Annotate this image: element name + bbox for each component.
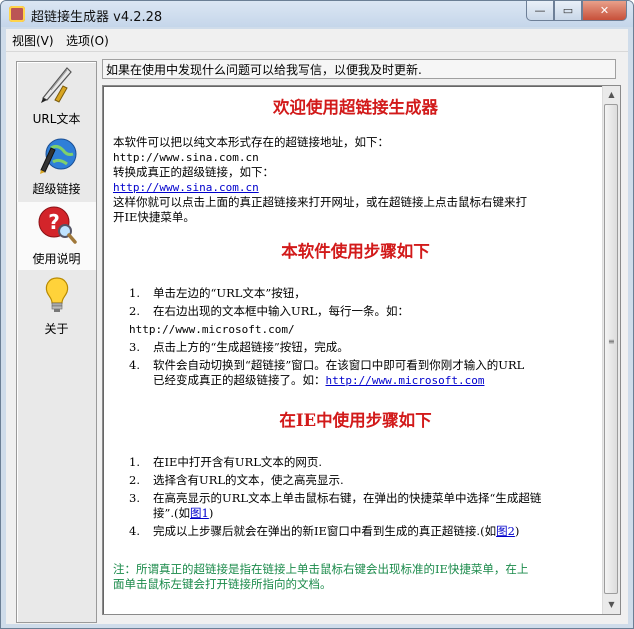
nav-label: 使用说明	[32, 252, 81, 266]
list-text-cont: 接”.(如图1)	[153, 506, 541, 521]
ie-steps-list: 1. 在IE中打开含有URL文本的网页. 2. 选择含有URL的文本，使之高亮显…	[129, 455, 541, 539]
list-text: 选择含有URL的文本，使之高亮显示.	[153, 473, 344, 487]
intro-line-2: 转换成真正的超级链接，如下：	[113, 165, 274, 179]
help-document: 欢迎使用超链接生成器 本软件可以把以纯文本形式存在的超链接地址，如下： http…	[113, 86, 598, 614]
list-text: )	[514, 524, 520, 538]
note-line-1: 注：所谓真正的超链接是指在链接上单击鼠标右键会出现标准的IE快捷菜单，在上	[113, 562, 529, 576]
title-bar[interactable]: 超链接生成器 v4.2.28 — ▭ ✕	[1, 1, 633, 27]
url-plain-text: http://www.sina.com.cn	[113, 151, 259, 164]
heading-ie-steps: 在IE中使用步骤如下	[279, 411, 432, 430]
scroll-down-arrow-icon[interactable]: ▼	[603, 596, 620, 613]
list-text-cont: 已经变成真正的超级链接了。如：http://www.microsoft.com	[153, 373, 524, 388]
app-window: 超链接生成器 v4.2.28 — ▭ ✕ 视图(V) 选项(O) URL文本 超…	[0, 0, 634, 629]
heading-steps: 本软件使用步骤如下	[281, 242, 430, 261]
list-item: 4. 软件会自动切换到“超链接”窗口。在该窗口中即可看到你刚才输入的URL 已经…	[129, 358, 524, 388]
nav-item-about[interactable]: 关于	[17, 272, 96, 340]
list-number: 4.	[129, 524, 140, 538]
nav-item-instructions[interactable]: ? 使用说明	[17, 202, 96, 270]
list-text: 接”.(如	[153, 506, 191, 520]
vertical-scrollbar[interactable]: ▲ ≡ ▼	[602, 86, 620, 614]
close-button[interactable]: ✕	[582, 1, 627, 21]
list-item: 4. 完成以上步骤后就会在弹出的新IE窗口中看到生成的真正超链接.(如图2)	[129, 524, 541, 539]
list-number: 4.	[129, 358, 140, 372]
list-number: 1.	[129, 455, 140, 469]
list-number: 2.	[129, 473, 140, 487]
window-title: 超链接生成器 v4.2.28	[31, 10, 163, 25]
list-text: 已经变成真正的超级链接了。如：	[153, 373, 326, 387]
list-item: 2. 选择含有URL的文本，使之高亮显示.	[129, 473, 541, 488]
minimize-button[interactable]: —	[526, 1, 554, 21]
figure-2-link[interactable]: 图2	[496, 524, 515, 538]
list-text: 在高亮显示的URL文本上单击鼠标右键，在弹出的快捷菜单中选择“生成超链	[153, 491, 542, 505]
example-url: http://www.microsoft.com/	[129, 323, 295, 336]
lightbulb-icon	[45, 277, 69, 312]
content-pane[interactable]: 欢迎使用超链接生成器 本软件可以把以纯文本形式存在的超链接地址，如下： http…	[102, 85, 621, 615]
list-item: 3. 点击上方的“生成超链接”按钮，完成。	[129, 340, 524, 355]
nav-item-hyperlink[interactable]: 超级链接	[17, 132, 96, 200]
list-text: 在右边出现的文本框中输入URL，每行一条。如：	[153, 304, 409, 318]
note-line-2: 面单击鼠标左键会打开链接所指向的文档。	[113, 577, 332, 591]
nav-label: 超级链接	[32, 182, 81, 196]
list-text: 单击左边的“URL文本”按钮，	[153, 286, 306, 300]
list-item: 2. 在右边出现的文本框中输入URL，每行一条。如：	[129, 304, 524, 319]
list-text: 点击上方的“生成超链接”按钮，完成。	[153, 340, 349, 354]
list-number: 1.	[129, 286, 140, 300]
list-number: 3.	[129, 491, 140, 505]
nav-label: URL文本	[32, 112, 81, 126]
list-number: 3.	[129, 340, 140, 354]
heading-welcome: 欢迎使用超链接生成器	[273, 98, 438, 117]
list-item: 1. 单击左边的“URL文本”按钮，	[129, 286, 524, 301]
microsoft-link[interactable]: http://www.microsoft.com	[326, 374, 485, 387]
menu-view[interactable]: 视图(V)	[12, 32, 54, 49]
list-text: 软件会自动切换到“超链接”窗口。在该窗口中即可看到你刚才输入的URL	[153, 358, 525, 372]
help-magnifier-icon: ?	[38, 206, 77, 244]
globe-pen-icon	[40, 138, 77, 174]
steps-list: 1. 单击左边的“URL文本”按钮， 2. 在右边出现的文本框中输入URL，每行…	[129, 286, 524, 388]
list-item: 1. 在IE中打开含有URL文本的网页.	[129, 455, 541, 470]
list-text: )	[208, 506, 214, 520]
intro-line-3: 这样你就可以点击上面的真正超链接来打开网址，或在超链接上点击鼠标右键来打	[113, 195, 527, 209]
list-text: 在IE中打开含有URL文本的网页.	[153, 455, 323, 469]
app-icon	[9, 6, 25, 22]
nav-item-url-text[interactable]: URL文本	[17, 62, 96, 130]
quill-pen-icon	[41, 67, 72, 103]
nav-label: 关于	[44, 322, 69, 336]
figure-1-link[interactable]: 图1	[190, 506, 209, 520]
intro-line-1: 本软件可以把以纯文本形式存在的超链接地址，如下：	[113, 135, 389, 149]
nav-panel: URL文本 超级链接 ? 使用说明 关于	[16, 61, 97, 623]
menu-options[interactable]: 选项(O)	[66, 32, 109, 49]
info-bar: 如果在使用中发现什么问题可以给我写信，以便我及时更新.	[102, 59, 616, 79]
list-number: 2.	[129, 304, 140, 318]
grip-icon: ≡	[608, 337, 615, 346]
maximize-button[interactable]: ▭	[554, 1, 582, 21]
list-text: 完成以上步骤后就会在弹出的新IE窗口中看到生成的真正超链接.(如	[153, 524, 497, 538]
client-area: URL文本 超级链接 ? 使用说明 关于 如果在使用中发现什么问题可以给我写信，…	[6, 52, 628, 624]
window-controls: — ▭ ✕	[526, 1, 627, 21]
scroll-thumb[interactable]: ≡	[604, 104, 618, 594]
list-item: 3. 在高亮显示的URL文本上单击鼠标右键，在弹出的快捷菜单中选择“生成超链 接…	[129, 491, 541, 521]
intro-line-4: 开IE快捷菜单。	[113, 210, 195, 224]
url-hyperlink[interactable]: http://www.sina.com.cn	[113, 180, 259, 195]
scroll-up-arrow-icon[interactable]: ▲	[603, 86, 620, 103]
menu-bar: 视图(V) 选项(O)	[6, 29, 628, 52]
